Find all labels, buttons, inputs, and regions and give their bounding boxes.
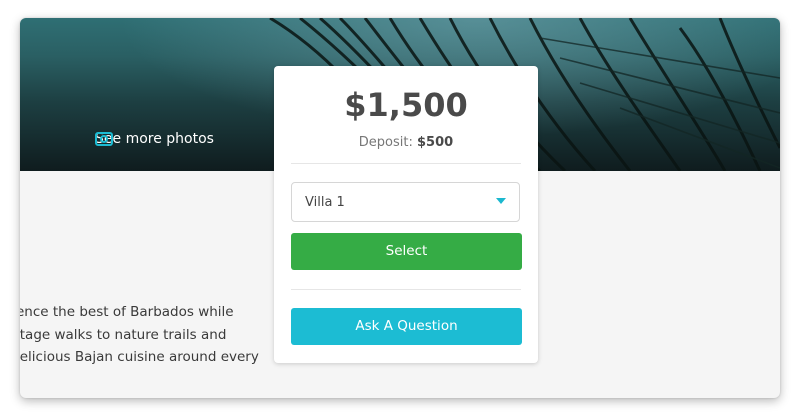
divider	[291, 289, 521, 290]
villa-select[interactable]: Villa 1	[291, 182, 520, 222]
description-line: ence the best of Barbados while	[20, 304, 234, 320]
booking-card: $1,500 Deposit: $500 Villa 1 Select Ask …	[274, 66, 538, 363]
chevron-down-icon	[496, 198, 506, 204]
camera-icon	[95, 132, 113, 146]
ask-question-button[interactable]: Ask A Question	[291, 308, 522, 345]
price: $1,500	[344, 86, 468, 124]
villa-select-value: Villa 1	[305, 195, 345, 210]
description-text: ence the best of Barbados while itage wa…	[20, 301, 259, 369]
see-more-photos-link[interactable]: See more photos	[95, 131, 214, 147]
deposit-info: Deposit: $500	[274, 135, 538, 150]
description-line: lelicious Bajan cuisine around every	[20, 349, 259, 365]
description-line: itage walks to nature trails and	[20, 326, 227, 343]
deposit-label: Deposit:	[358, 135, 413, 150]
divider	[291, 163, 521, 164]
deposit-value: $500	[417, 135, 454, 150]
select-button[interactable]: Select	[291, 233, 522, 270]
